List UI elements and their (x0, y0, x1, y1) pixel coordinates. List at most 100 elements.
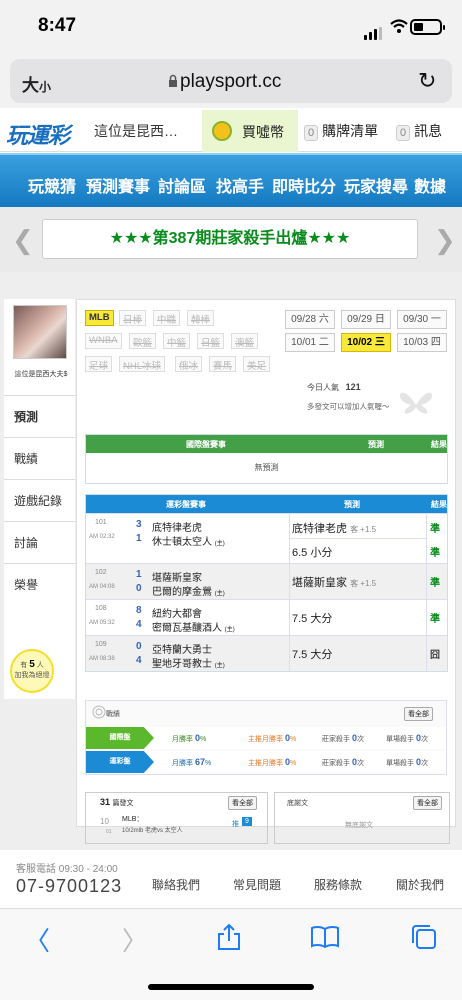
sport-american-football[interactable]: 美足 (243, 356, 271, 372)
sport-horse-racing[interactable]: 賽馬 (209, 356, 237, 372)
fans-cta: 加我為絕燈 (14, 672, 50, 679)
home-team: 聖地牙哥教士 (主) (152, 655, 225, 670)
user-breadcrumb[interactable]: 這位是昆西… (94, 121, 178, 141)
intl-h-pick: 預測 (368, 440, 384, 449)
messages-link[interactable]: 0 訊息 (396, 121, 442, 141)
date-0928[interactable]: 09/28 六 (285, 310, 335, 329)
tab-game-log[interactable]: 遊戲紀錄 (4, 479, 75, 521)
home-score: 1 (136, 533, 142, 544)
game-no: 109 (95, 641, 107, 648)
tab-record[interactable]: 戰績 (4, 437, 75, 479)
date-1002[interactable]: 10/02 三 (341, 333, 391, 352)
nav-item-experts[interactable]: 找高手 (216, 173, 264, 197)
avatar[interactable] (13, 305, 67, 359)
stat-cell: 單場殺手 0次 (386, 757, 428, 768)
sport-japan-basketball[interactable]: 日籃 (197, 333, 225, 349)
nav-item-predict[interactable]: 預測賽事 (86, 173, 150, 197)
footer-terms-link[interactable]: 服務條款 (314, 876, 362, 893)
stat-unit: % (204, 760, 212, 767)
stat-label: 莊家殺手 (322, 760, 350, 767)
nav-item-data[interactable]: 數據 (414, 173, 446, 197)
address-bar[interactable]: 大小 playsport.cc ↻ (10, 59, 452, 103)
forward-icon[interactable]: 〉 (122, 921, 148, 958)
site-footer: 客服電話 09:30 - 24:00 07-9700123 聯絡我們 常見問題 … (0, 850, 462, 908)
posts-view-all-button[interactable]: 看全部 (228, 796, 257, 810)
result-hit-icon: 準 (430, 524, 440, 535)
sport-euro-basketball[interactable]: 歐籃 (129, 333, 157, 349)
cart-link[interactable]: 0 購牌清單 (304, 121, 378, 141)
stats-title: 戰績 (106, 711, 120, 718)
sport-aus-basketball[interactable]: 澳籃 (231, 333, 259, 349)
text-size-large: 大 (22, 76, 39, 95)
buy-coins-button[interactable]: 買噓幣 (202, 110, 298, 152)
tab-predictions[interactable]: 預測 (4, 395, 75, 437)
pick-extra: 客 +1.5 (350, 525, 377, 534)
chevron-right-icon[interactable]: ❯ (434, 225, 456, 256)
nav-item-player-search[interactable]: 玩家搜尋 (344, 173, 408, 197)
footer-faq-link[interactable]: 常見問題 (233, 876, 281, 893)
pick-extra: 客 +1.5 (350, 579, 377, 588)
bookmarks-icon[interactable] (310, 925, 340, 949)
sport-mlb[interactable]: MLB (85, 310, 114, 326)
wifi-icon (390, 19, 408, 33)
tab-honors[interactable]: 榮譽 (4, 563, 75, 605)
follow-bulb-button[interactable]: 有 5 人加我為絕燈 (10, 649, 54, 693)
nav-item-play[interactable]: 玩競猜 (28, 173, 76, 197)
footer-contact-link[interactable]: 聯絡我們 (152, 876, 200, 893)
summary-card: 底謝文 看全部 無底謝文 (274, 792, 450, 844)
game-row[interactable]: 102 AM 04:08 1 堪薩斯皇家 0 巴爾的摩金鶯 (主) 堪薩斯皇家 … (86, 563, 447, 599)
sport-cpbl[interactable]: 中職 (153, 310, 181, 326)
stat-cell: 莊家殺手 0次 (322, 757, 364, 768)
away-score: 1 (136, 569, 142, 580)
date-0929[interactable]: 09/29 日 (341, 310, 391, 329)
url-text: playsport.cc (180, 71, 282, 92)
date-0930[interactable]: 09/30 一 (397, 310, 447, 329)
stat-unit: % (199, 736, 207, 743)
stat-cell: 主推月勝率 0% (248, 733, 296, 744)
post-subtitle[interactable]: 10/2mlb 老虎vs 太空人 (122, 825, 183, 834)
sport-russian-hockey[interactable]: 俄冰 (175, 356, 203, 372)
footer-about-link[interactable]: 關於我們 (396, 876, 444, 893)
game-row[interactable]: 101 AM 02:32 3 底特律老虎 1 休士頓太空人 (主) 底特律老虎 … (86, 513, 447, 563)
site-logo[interactable]: 玩運彩 (6, 118, 70, 150)
popularity-tip: 多發文可以增加人氣喔～ (307, 402, 390, 411)
sport-wnba[interactable]: WNBA (85, 333, 122, 349)
summary-view-all-button[interactable]: 看全部 (413, 796, 442, 810)
chevron-left-icon[interactable]: ❮ (12, 225, 34, 256)
sport-soccer[interactable]: 足球 (85, 356, 113, 372)
date-1001[interactable]: 10/01 二 (285, 333, 335, 352)
pick: 7.5 大分 (292, 613, 333, 625)
recommend-count: 9 (242, 817, 252, 826)
sport-china-basketball[interactable]: 中籃 (163, 333, 191, 349)
stats-row-intl: 國際盤 月勝率 0% 主推月勝率 0% 莊家殺手 0次 單場殺手 0次 (86, 727, 446, 749)
nav-item-forum[interactable]: 討論區 (158, 173, 206, 197)
lottery-header: 運彩盤賽事 預測 結果 (86, 495, 447, 513)
back-icon[interactable]: 〈 (24, 921, 50, 958)
banner[interactable]: ★★★第387期莊家殺手出爐★★★ (42, 219, 418, 259)
post-title[interactable]: MLB： (122, 814, 143, 824)
game-time: AM 08:38 (89, 656, 115, 662)
game-row[interactable]: 108 AM 05:32 8 紐約大都會 4 密爾瓦基釀酒人 (主) 7.5 大… (86, 599, 447, 635)
tabs-icon[interactable] (410, 923, 438, 951)
stat-label: 月勝率 (172, 736, 193, 743)
service-phone[interactable]: 07-9700123 (16, 876, 122, 897)
target-icon (92, 705, 106, 719)
home-note: (主) (224, 627, 235, 633)
pick-text: 底特律老虎 (292, 523, 347, 535)
share-icon[interactable] (216, 923, 242, 951)
content-area: 這位是昆西大夫$ 預測 戰績 遊戲紀錄 討論 榮譽 有 5 人加我為絕燈 MLB… (0, 272, 462, 850)
result-hit-icon: 準 (430, 548, 440, 559)
stats-view-all-button[interactable]: 看全部 (404, 707, 433, 721)
popularity-value: 121 (345, 382, 361, 392)
sport-nhl[interactable]: NHL冰球 (119, 356, 166, 372)
sport-npb[interactable]: 日棒 (119, 310, 147, 326)
date-1003[interactable]: 10/03 四 (397, 333, 447, 352)
reload-icon[interactable]: ↻ (418, 68, 436, 94)
nav-item-livescore[interactable]: 即時比分 (272, 173, 336, 197)
away-score: 3 (136, 519, 142, 530)
tab-discussion[interactable]: 討論 (4, 521, 75, 563)
posts-count-value: 31 (100, 797, 111, 807)
sport-kbo[interactable]: 韓棒 (187, 310, 215, 326)
text-size-button[interactable]: 大小 (22, 71, 51, 96)
game-row[interactable]: 109 AM 08:38 0 亞特蘭大勇士 4 聖地牙哥教士 (主) 7.5 大… (86, 635, 447, 671)
